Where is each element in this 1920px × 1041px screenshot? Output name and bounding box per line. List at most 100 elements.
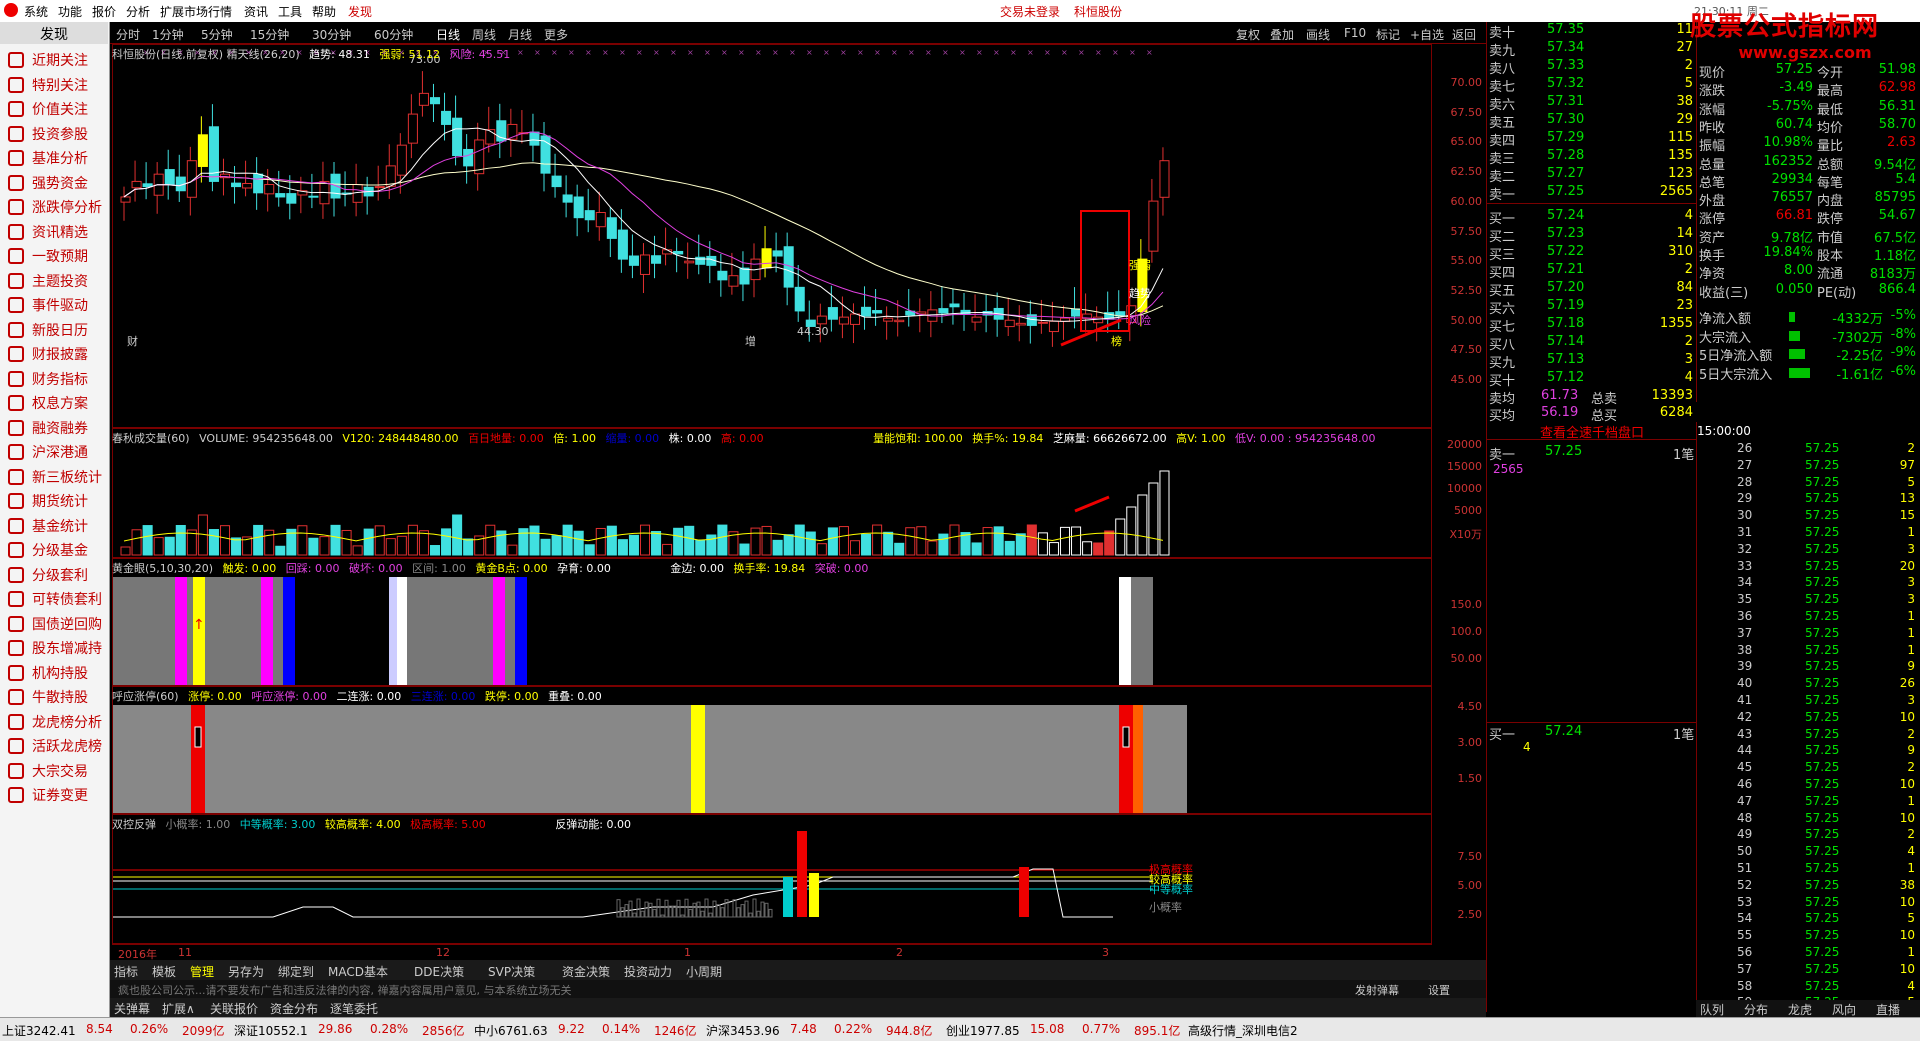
kline-panel[interactable]: 73.00 44.30 强弱 趋势 风险财增榜 × × × × × × × × × × × × × × × × × × × × ×… (112, 44, 1432, 428)
tick-row[interactable]: 43 57.25 2 (1697, 727, 1920, 744)
index-item[interactable]: 沪深3453.96 (706, 1022, 780, 1039)
ask-row[interactable]: 卖六 57.31 38 (1487, 94, 1697, 113)
tick-row[interactable]: 33 57.25 20 (1697, 559, 1920, 576)
sub-tab[interactable]: 扩展∧ (162, 1000, 195, 1017)
tick-row[interactable]: 28 57.25 5 (1697, 475, 1920, 492)
tick-row[interactable]: 50 57.25 4 (1697, 844, 1920, 861)
tick-row[interactable]: 34 57.25 3 (1697, 575, 1920, 592)
tick-row[interactable]: 53 57.25 10 (1697, 895, 1920, 912)
bid-row[interactable]: 买二 57.23 14 (1487, 226, 1697, 245)
period-tab[interactable]: 周线 (472, 26, 496, 43)
tick-row[interactable]: 31 57.25 1 (1697, 525, 1920, 542)
index-item[interactable]: 15.08 (1030, 1022, 1064, 1036)
send-barrage-button[interactable]: 发射弹幕 (1355, 982, 1399, 998)
tick-row[interactable]: 46 57.25 10 (1697, 777, 1920, 794)
period-tab[interactable]: 1分钟 (152, 26, 184, 43)
ask-row[interactable]: 卖三 57.28 135 (1487, 148, 1697, 167)
tick-row[interactable]: 57 57.25 10 (1697, 962, 1920, 979)
menu-tools[interactable]: 工具 (278, 3, 302, 20)
bid-row[interactable]: 买一 57.24 4 (1487, 208, 1697, 227)
tick-tab[interactable]: 分布 (1744, 1001, 1768, 1018)
menu-discover[interactable]: 发现 (348, 3, 372, 20)
indicator-tab[interactable]: 另存为 (228, 963, 264, 980)
rebound-panel[interactable]: 极高概率 较高概率 中等概率 小概率 (112, 814, 1432, 944)
toolbar-action-button[interactable]: F10 (1344, 26, 1366, 40)
rebound-chart[interactable]: 极高概率较高概率中等概率小概率 (113, 815, 1433, 945)
index-item[interactable]: 7.48 (790, 1022, 817, 1036)
ask-row[interactable]: 卖十 57.35 11 (1487, 22, 1697, 41)
full-depth-link[interactable]: 查看全速千档盘口 (1487, 422, 1697, 441)
menu-analysis[interactable]: 分析 (126, 3, 150, 20)
tick-row[interactable]: 40 57.25 26 (1697, 676, 1920, 693)
menu-function[interactable]: 功能 (58, 3, 82, 20)
menu-news[interactable]: 资讯 (244, 3, 268, 20)
tick-row[interactable]: 55 57.25 10 (1697, 928, 1920, 945)
tick-row[interactable]: 47 57.25 1 (1697, 794, 1920, 811)
bid-row[interactable]: 买七 57.18 1355 (1487, 316, 1697, 335)
tick-row[interactable]: 58 57.25 4 (1697, 979, 1920, 996)
indicator-tab[interactable]: 小周期 (686, 963, 722, 980)
kline-chart[interactable]: 73.0044.30强弱趋势风险财增榜× × × × × × × × × × × × × × × × × × × × ×… (113, 45, 1433, 429)
tick-tab[interactable]: 直播 (1876, 1001, 1900, 1018)
tick-row[interactable]: 49 57.25 2 (1697, 827, 1920, 844)
tick-tab[interactable]: 龙虎 (1788, 1001, 1812, 1018)
index-item[interactable]: 0.14% (602, 1022, 640, 1036)
login-status[interactable]: 交易未登录 (1000, 3, 1060, 20)
indicator-tab[interactable]: 指标 (114, 963, 138, 980)
indicator-tab[interactable]: 绑定到 (278, 963, 314, 980)
tick-row[interactable]: 48 57.25 10 (1697, 811, 1920, 828)
period-tab[interactable]: 月线 (508, 26, 532, 43)
bid-row[interactable]: 买五 57.20 84 (1487, 280, 1697, 299)
gold-chart[interactable]: ↑ (113, 559, 1433, 687)
ask-row[interactable]: 卖二 57.27 123 (1487, 166, 1697, 185)
ask-row[interactable]: 卖四 57.29 115 (1487, 130, 1697, 149)
indicator-tab[interactable]: 管理 (190, 963, 214, 980)
toolbar-action-button[interactable]: 叠加 (1270, 26, 1294, 43)
tick-row[interactable]: 32 57.25 3 (1697, 542, 1920, 559)
indicator-tab[interactable]: 资金决策 (562, 963, 610, 980)
tick-row[interactable]: 36 57.25 1 (1697, 609, 1920, 626)
bid-row[interactable]: 买九 57.13 3 (1487, 352, 1697, 371)
tick-list[interactable]: 15:00:00 26 57.25 2 27 57.25 97 28 57.25 5 29 57.25… (1696, 422, 1920, 1026)
index-item[interactable]: 0.77% (1082, 1022, 1120, 1036)
index-item[interactable]: 29.86 (318, 1022, 352, 1036)
indicator-tab[interactable]: 投资动力 (624, 963, 672, 980)
sub-tab[interactable]: 逐笔委托 (330, 1000, 378, 1017)
index-item[interactable]: 深证10552.1 (234, 1022, 308, 1039)
index-item[interactable]: 0.22% (834, 1022, 872, 1036)
sidebar-item[interactable]: 证券变更 (0, 781, 108, 809)
index-item[interactable]: 中小6761.63 (474, 1022, 548, 1039)
server-status[interactable]: 高级行情_深圳电信2 (1188, 1022, 1298, 1039)
toolbar-action-button[interactable]: 标记 (1376, 26, 1400, 43)
tick-row[interactable]: 37 57.25 1 (1697, 626, 1920, 643)
period-tab[interactable]: 日线 (436, 26, 460, 43)
tick-row[interactable]: 52 57.25 38 (1697, 878, 1920, 895)
tick-row[interactable]: 26 57.25 2 (1697, 441, 1920, 458)
tick-row[interactable]: 56 57.25 1 (1697, 945, 1920, 962)
ask-row[interactable]: 卖五 57.30 29 (1487, 112, 1697, 131)
period-tab[interactable]: 30分钟 (312, 26, 351, 43)
bid-row[interactable]: 买六 57.19 23 (1487, 298, 1697, 317)
index-item[interactable]: 944.8亿 (886, 1022, 932, 1039)
ask-row[interactable]: 卖一 57.25 2565 (1487, 184, 1697, 203)
index-item[interactable]: 创业1977.85 (946, 1022, 1020, 1039)
sub-tab[interactable]: 关联报价 (210, 1000, 258, 1017)
tick-row[interactable]: 44 57.25 9 (1697, 743, 1920, 760)
volume-panel[interactable] (112, 428, 1432, 558)
tick-row[interactable]: 29 57.25 13 (1697, 491, 1920, 508)
period-tab[interactable]: 60分钟 (374, 26, 413, 43)
index-item[interactable]: 8.54 (86, 1022, 113, 1036)
tick-row[interactable]: 45 57.25 2 (1697, 760, 1920, 777)
menu-system[interactable]: 系统 (24, 3, 48, 20)
volume-chart[interactable] (113, 429, 1433, 559)
gold-panel[interactable]: ↑ (112, 558, 1432, 686)
ask-row[interactable]: 卖七 57.32 5 (1487, 76, 1697, 95)
limitup-panel[interactable] (112, 686, 1432, 814)
bid-row[interactable]: 买四 57.21 2 (1487, 262, 1697, 281)
indicator-tab[interactable]: DDE决策 (414, 963, 464, 980)
index-item[interactable]: 0.28% (370, 1022, 408, 1036)
tick-tab[interactable]: 队列 (1700, 1001, 1724, 1018)
index-item[interactable]: 上证3242.41 (2, 1022, 76, 1039)
sub-tab[interactable]: 关弹幕 (114, 1000, 150, 1017)
toolbar-action-button[interactable]: +自选 (1410, 26, 1444, 43)
